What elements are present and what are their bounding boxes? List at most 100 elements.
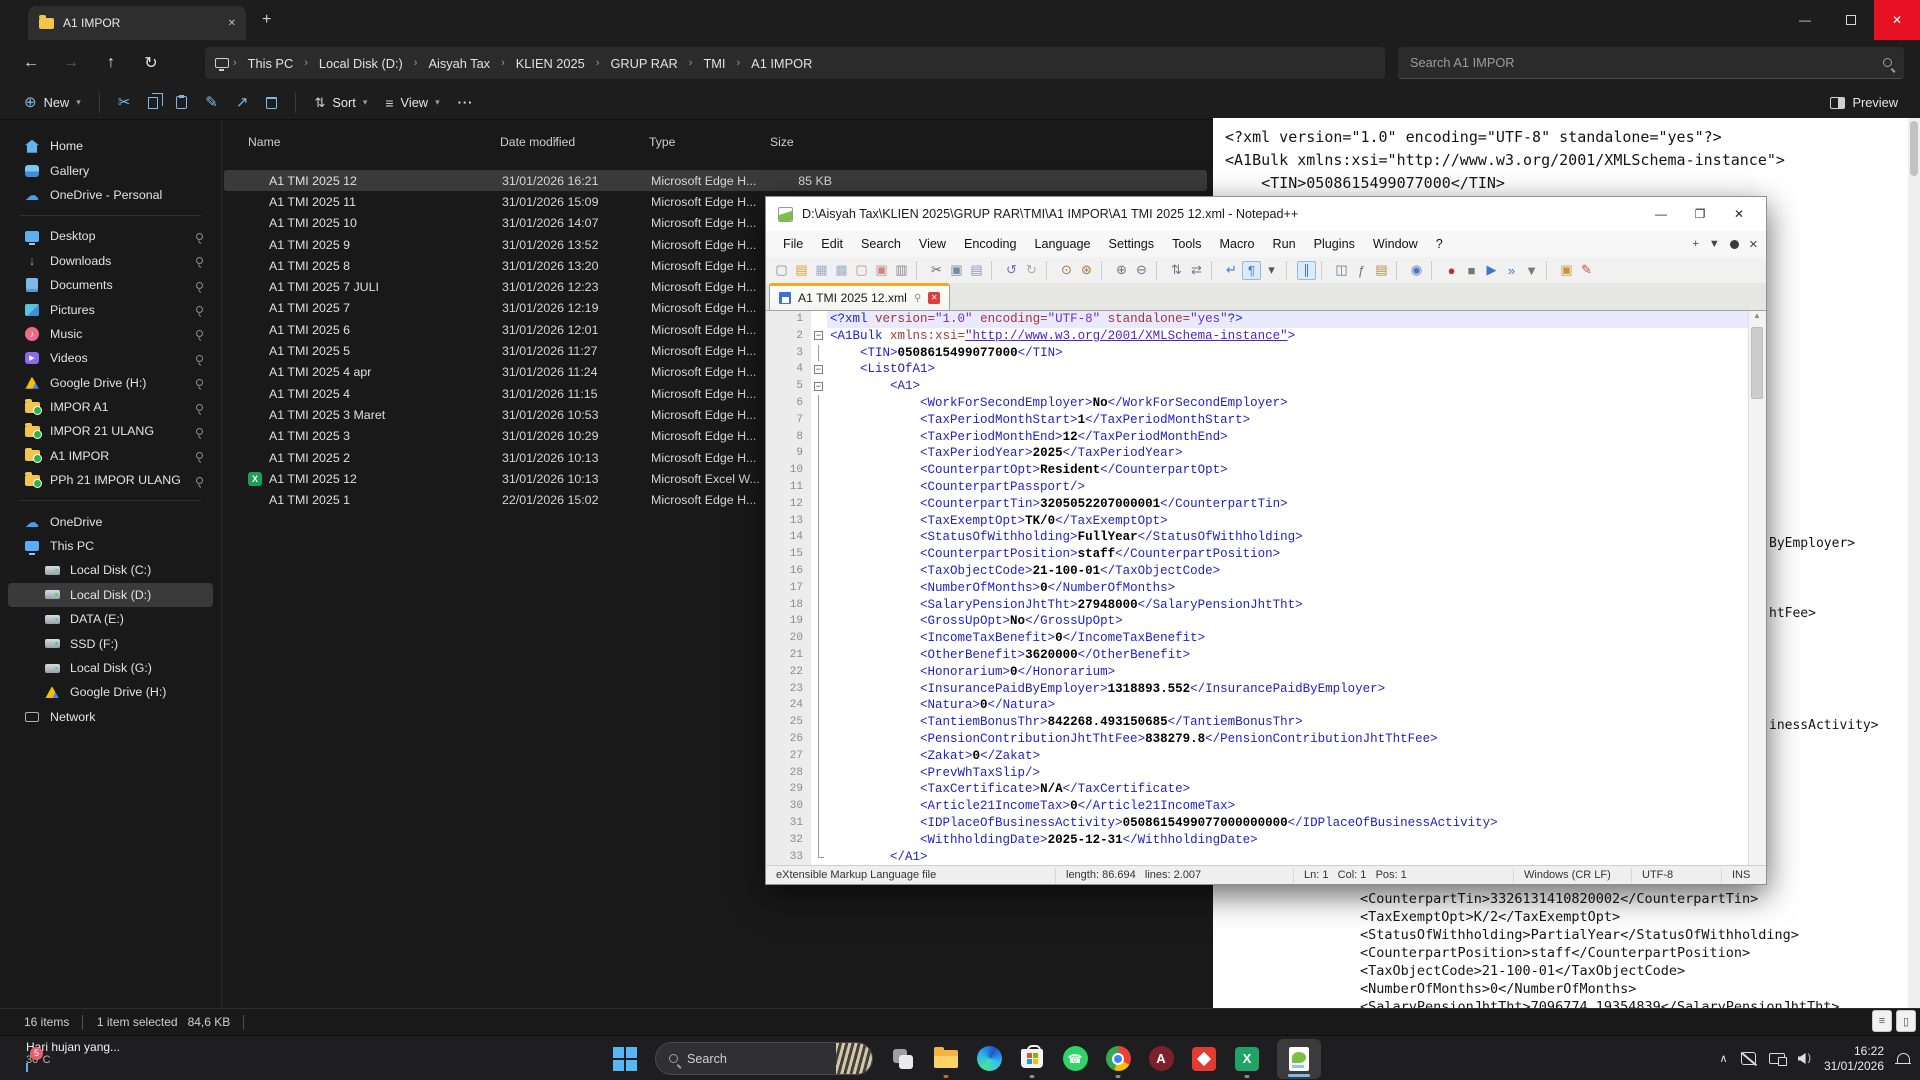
menu-language[interactable]: Language (1026, 234, 1100, 254)
volume-icon[interactable]: ) (1798, 1053, 1811, 1064)
menu-plugins[interactable]: Plugins (1305, 234, 1364, 254)
breadcrumb-item[interactable]: This PC (241, 53, 301, 74)
function-list-icon[interactable]: ƒ (1352, 261, 1371, 280)
indent-guide-icon[interactable]: ∥ (1297, 261, 1316, 280)
paste-icon[interactable]: ▤ (967, 261, 986, 280)
macro-play-icon[interactable]: ▶ (1482, 261, 1501, 280)
notepadpp-titlebar[interactable]: D:\Aisyah Tax\KLIEN 2025\GRUP RAR\TMI\A1… (766, 197, 1766, 231)
open-folder-icon[interactable]: ▤ (792, 261, 811, 280)
undo-icon[interactable]: ↺ (1002, 261, 1021, 280)
npp-maximize-button[interactable]: ❐ (1685, 207, 1715, 221)
sidebar-item-local-disk-d-[interactable]: Local Disk (D:) (8, 583, 213, 607)
start-button[interactable] (612, 1046, 638, 1072)
preview-scrollbar[interactable] (1908, 118, 1920, 1008)
macro-record-icon[interactable]: ● (1442, 261, 1461, 280)
plugin-edit-icon[interactable]: ✎ (1577, 261, 1596, 280)
copy-icon[interactable]: ▣ (947, 261, 966, 280)
menu-view[interactable]: View (910, 234, 955, 254)
macro-run-multi-icon[interactable]: » (1502, 261, 1521, 280)
breadcrumb-item[interactable]: Aisyah Tax (421, 53, 497, 74)
breadcrumb-item[interactable]: Local Disk (D:) (312, 53, 410, 74)
close-tab-icon[interactable]: ✕ (928, 292, 940, 304)
view-button[interactable]: ≡ View ▾ (385, 95, 439, 111)
sidebar-item-pph-21-impor-ulang[interactable]: PPh 21 IMPOR ULANG (8, 468, 213, 492)
sync-vertical-icon[interactable]: ⇅ (1167, 261, 1186, 280)
column-header-type[interactable]: Type (649, 135, 675, 149)
breadcrumb-item[interactable]: GRUP RAR (603, 53, 684, 74)
display-network-icon[interactable] (1769, 1053, 1785, 1064)
menu-macro[interactable]: Macro (1210, 234, 1263, 254)
maximize-button[interactable] (1828, 0, 1874, 40)
tray-clock[interactable]: 16:22 31/01/2026 (1824, 1044, 1884, 1074)
sidebar-item-this-pc[interactable]: This PC (8, 534, 213, 558)
show-symbols-icon[interactable]: ¶ (1242, 261, 1261, 280)
sidebar-item-impor-21-ulang[interactable]: IMPOR 21 ULANG (8, 419, 213, 443)
sidebar-item-onedrive[interactable]: ☁OneDrive (8, 509, 213, 533)
close-button[interactable]: ✕ (1874, 0, 1920, 40)
sidebar-item-pictures[interactable]: Pictures (8, 297, 213, 321)
back-button[interactable]: ← (18, 50, 44, 76)
sort-button[interactable]: ⇅ Sort ▾ (314, 95, 367, 111)
zoom-out-icon[interactable]: ⊖ (1132, 261, 1151, 280)
symbols-dropdown-icon[interactable]: ▾ (1262, 261, 1281, 280)
menu-tools[interactable]: Tools (1163, 234, 1210, 254)
menu-run[interactable]: Run (1263, 234, 1304, 254)
excel-app[interactable]: X (1234, 1046, 1260, 1072)
sidebar-item-gallery[interactable]: Gallery (8, 158, 213, 182)
device-muted-icon[interactable] (1741, 1052, 1756, 1065)
fold-collapse-icon[interactable]: − (814, 365, 823, 374)
fold-collapse-icon[interactable]: − (814, 382, 823, 391)
microsoft-store-app[interactable] (1019, 1046, 1045, 1072)
taskbar-search[interactable]: Search (655, 1042, 873, 1075)
record-dot-icon[interactable] (1730, 240, 1739, 249)
close-icon[interactable]: ✕ (1749, 238, 1758, 251)
preview-scrollbar-thumb[interactable] (1910, 121, 1918, 176)
editor-area[interactable]: 1<?xml version="1.0" encoding="UTF-8" st… (767, 311, 1748, 865)
notification-bell-icon[interactable] (1897, 1053, 1910, 1064)
folder-workspace-icon[interactable]: ▤ (1372, 261, 1391, 280)
chrome-app[interactable] (1105, 1046, 1131, 1072)
column-header-size[interactable]: Size (770, 135, 794, 149)
delete-button[interactable] (266, 97, 277, 109)
sidebar-item-network[interactable]: Network (8, 705, 213, 729)
copy-button[interactable] (148, 97, 158, 109)
menu-settings[interactable]: Settings (1100, 234, 1164, 254)
pin-tab-icon[interactable]: ⚲ (914, 293, 921, 304)
breadcrumb-item[interactable]: A1 IMPOR (744, 53, 819, 74)
menu-encoding[interactable]: Encoding (955, 234, 1026, 254)
sidebar-item-desktop[interactable]: Desktop (8, 224, 213, 248)
sync-horizontal-icon[interactable]: ⇄ (1187, 261, 1206, 280)
more-options-button[interactable]: ··· (458, 95, 474, 110)
fold-collapse-icon[interactable]: − (814, 331, 823, 340)
plugin-doc-icon[interactable]: ▣ (1557, 261, 1576, 280)
file-row[interactable]: A1 TMI 2025 1231/01/2026 16:21Microsoft … (224, 170, 1207, 191)
sidebar-item-videos[interactable]: ▶Videos (8, 346, 213, 370)
search-input[interactable]: Search A1 IMPOR (1398, 47, 1904, 79)
paste-button[interactable] (176, 96, 187, 109)
task-view-button[interactable] (890, 1046, 916, 1072)
doc-map-icon[interactable]: ◫ (1332, 261, 1351, 280)
column-header-date[interactable]: Date modified (500, 135, 575, 149)
forward-button[interactable]: → (58, 50, 84, 76)
sidebar-item-local-disk-c-[interactable]: Local Disk (C:) (8, 558, 213, 582)
menu-file[interactable]: File (774, 234, 812, 254)
minimize-button[interactable]: — (1782, 0, 1828, 40)
new-tab-button[interactable]: + (262, 12, 271, 28)
macro-stop-icon[interactable]: ■ (1462, 261, 1481, 280)
notepadpp-app[interactable] (1277, 1039, 1321, 1079)
sidebar-item-impor-a1[interactable]: IMPOR A1 (8, 395, 213, 419)
dropdown-icon[interactable]: ▼ (1709, 238, 1720, 250)
sidebar-item-music[interactable]: ♪Music (8, 322, 213, 346)
npp-minimize-button[interactable]: — (1646, 207, 1676, 221)
file-explorer-app[interactable] (933, 1046, 959, 1072)
tab-close-icon[interactable]: ✕ (228, 18, 236, 29)
zoom-in-icon[interactable]: ⊕ (1112, 261, 1131, 280)
save-icon[interactable]: ▦ (812, 261, 831, 280)
sidebar-item-home[interactable]: Home (8, 134, 213, 158)
sidebar-item-downloads[interactable]: ↓Downloads (8, 249, 213, 273)
refresh-button[interactable]: ↻ (138, 50, 164, 76)
editor-scrollbar[interactable]: ▲ (1748, 311, 1765, 865)
menu-help[interactable]: ? (1427, 234, 1452, 254)
sidebar-item-google-drive-h-[interactable]: Google Drive (H:) (8, 680, 213, 704)
word-wrap-icon[interactable]: ↵ (1222, 261, 1241, 280)
